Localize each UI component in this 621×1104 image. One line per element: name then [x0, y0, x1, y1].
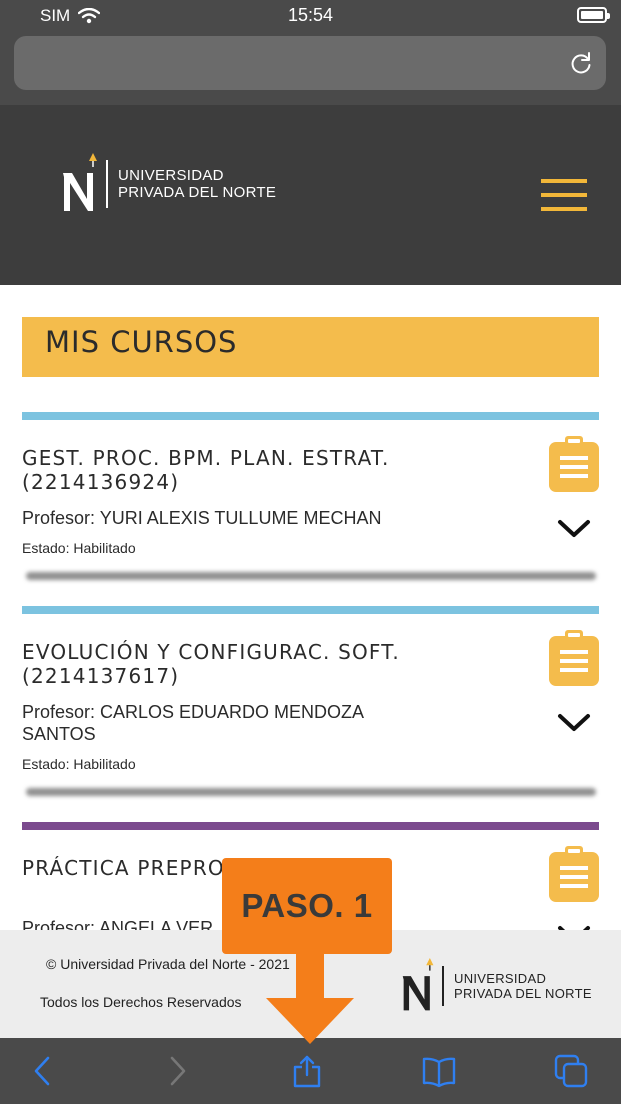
chevron-down-icon[interactable]	[557, 712, 591, 734]
logo-text: UNIVERSIDAD PRIVADA DEL NORTE	[118, 167, 276, 201]
clock: 15:54	[287, 5, 334, 25]
back-icon[interactable]	[26, 1054, 60, 1088]
step-annotation-text: PASO. 1	[241, 887, 373, 924]
course-shadow	[26, 788, 596, 796]
page-title: MIS CURSOS	[45, 325, 238, 359]
status-bar: SIM 15:54	[0, 0, 621, 32]
course-name: GEST. PROC. BPM. PLAN. ESTRAT. (22141369…	[22, 446, 390, 494]
clipboard-icon[interactable]	[549, 436, 599, 492]
chevron-down-icon[interactable]	[557, 518, 591, 540]
course-status: Estado: Habilitado	[22, 756, 136, 772]
battery-icon	[577, 7, 610, 23]
clipboard-icon[interactable]	[549, 846, 599, 902]
browser-toolbar	[0, 1038, 621, 1104]
clipboard-icon[interactable]	[549, 630, 599, 686]
footer-logo-text: UNIVERSIDAD PRIVADA DEL NORTE	[454, 971, 592, 1001]
upn-logo[interactable]: UNIVERSIDAD PRIVADA DEL NORTE	[60, 153, 276, 215]
reload-icon[interactable]	[568, 50, 594, 76]
arrow-down-icon	[266, 954, 354, 1044]
course-stripe	[22, 822, 599, 830]
site-header: UNIVERSIDAD PRIVADA DEL NORTE	[0, 105, 621, 285]
course-card[interactable]: EVOLUCIÓN Y CONFIGURAC. SOFT. (221413761…	[22, 606, 599, 806]
tabs-icon[interactable]	[554, 1054, 588, 1088]
copyright-text: © Universidad Privada del Norte - 2021	[46, 956, 290, 972]
share-icon[interactable]	[290, 1054, 324, 1088]
address-bar[interactable]	[14, 36, 606, 90]
logo-divider	[442, 966, 444, 1006]
course-card[interactable]: GEST. PROC. BPM. PLAN. ESTRAT. (22141369…	[22, 412, 599, 592]
course-shadow	[26, 572, 596, 580]
logo-divider	[106, 160, 108, 208]
bookmarks-icon[interactable]	[422, 1054, 456, 1088]
course-stripe	[22, 412, 599, 420]
upn-logo-mark-icon	[63, 153, 97, 211]
course-stripe	[22, 606, 599, 614]
footer-logo-line-1: UNIVERSIDAD	[454, 971, 547, 986]
logo-line-1: UNIVERSIDAD	[118, 167, 224, 184]
footer-logo[interactable]: UNIVERSIDAD PRIVADA DEL NORTE	[400, 958, 592, 1014]
browser-address-area	[0, 32, 621, 105]
logo-line-2: PRIVADA DEL NORTE	[118, 184, 277, 201]
page-title-bar: MIS CURSOS	[22, 317, 599, 377]
course-professor: Profesor: CARLOS EDUARDO MENDOZA SANTOS	[22, 702, 364, 744]
course-name: EVOLUCIÓN Y CONFIGURAC. SOFT. (221413761…	[22, 640, 400, 688]
footer-logo-line-2: PRIVADA DEL NORTE	[454, 986, 592, 1001]
course-status: Estado: Habilitado	[22, 540, 136, 556]
hamburger-menu-icon[interactable]	[541, 179, 587, 211]
upn-logo-mark-icon	[402, 958, 434, 1011]
step-annotation-label: PASO. 1	[222, 858, 392, 954]
forward-icon[interactable]	[160, 1054, 194, 1088]
course-professor: Profesor: YURI ALEXIS TULLUME MECHAN	[22, 508, 382, 528]
rights-text: Todos los Derechos Reservados	[40, 994, 242, 1010]
